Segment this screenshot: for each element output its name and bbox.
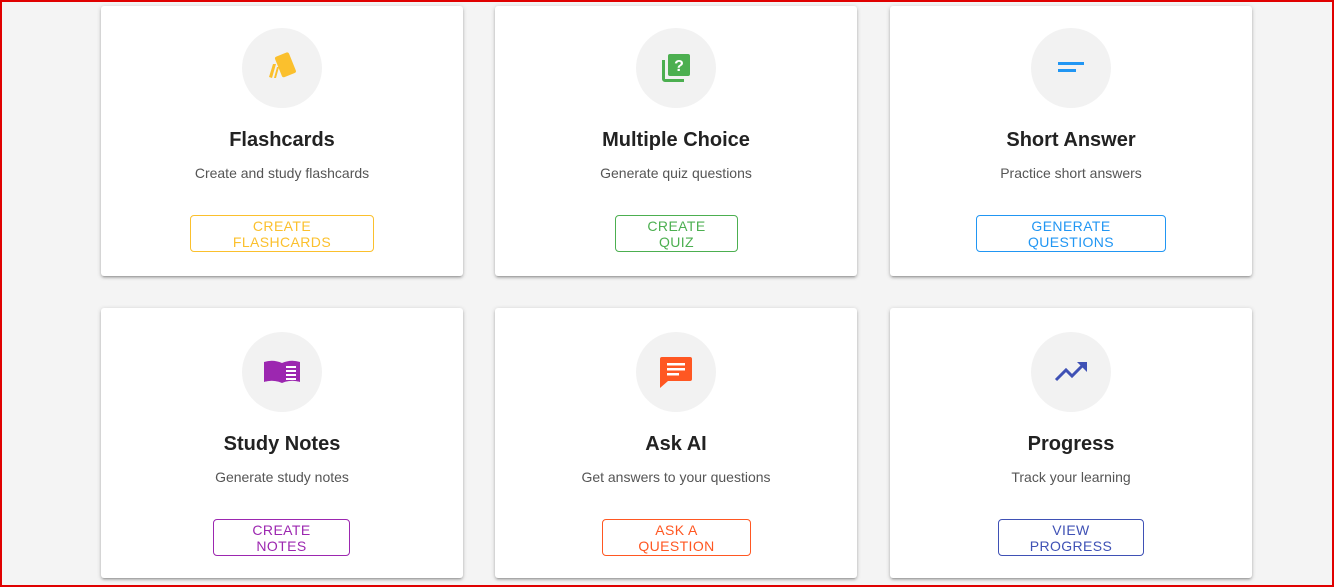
chat-icon xyxy=(636,332,716,412)
card-title: Multiple Choice xyxy=(602,129,750,151)
trending-up-icon xyxy=(1031,332,1111,412)
card-title: Study Notes xyxy=(223,433,341,455)
create-notes-button[interactable]: CREATE NOTES xyxy=(213,519,350,556)
ask-question-button[interactable]: ASK A QUESTION xyxy=(602,519,751,556)
card-multiple-choice: ? Multiple Choice Generate quiz question… xyxy=(495,6,857,276)
quiz-icon: ? xyxy=(636,28,716,108)
card-study-notes: Study Notes Generate study notes CREATE … xyxy=(101,308,463,578)
book-icon xyxy=(242,332,322,412)
card-progress: Progress Track your learning VIEW PROGRE… xyxy=(890,308,1252,578)
card-description: Get answers to your questions xyxy=(581,469,771,485)
view-progress-button[interactable]: VIEW PROGRESS xyxy=(998,519,1144,556)
card-description: Create and study flashcards xyxy=(194,165,370,181)
generate-questions-button[interactable]: GENERATE QUESTIONS xyxy=(976,215,1166,252)
card-description: Track your learning xyxy=(1011,469,1131,485)
card-description: Practice short answers xyxy=(1000,165,1142,181)
card-description: Generate study notes xyxy=(215,469,349,485)
card-ask-ai: Ask AI Get answers to your questions ASK… xyxy=(495,308,857,578)
svg-text:?: ? xyxy=(674,58,684,75)
card-flashcards: Flashcards Create and study flashcards C… xyxy=(101,6,463,276)
card-title: Flashcards xyxy=(229,129,335,151)
short-text-icon xyxy=(1031,28,1111,108)
card-title: Ask AI xyxy=(645,433,707,455)
create-flashcards-button[interactable]: CREATE FLASHCARDS xyxy=(190,215,374,252)
card-title: Progress xyxy=(1027,433,1115,455)
card-short-answer: Short Answer Practice short answers GENE… xyxy=(890,6,1252,276)
create-quiz-button[interactable]: CREATE QUIZ xyxy=(615,215,738,252)
flashcards-icon xyxy=(242,28,322,108)
card-description: Generate quiz questions xyxy=(600,165,752,181)
card-title: Short Answer xyxy=(1006,129,1136,151)
